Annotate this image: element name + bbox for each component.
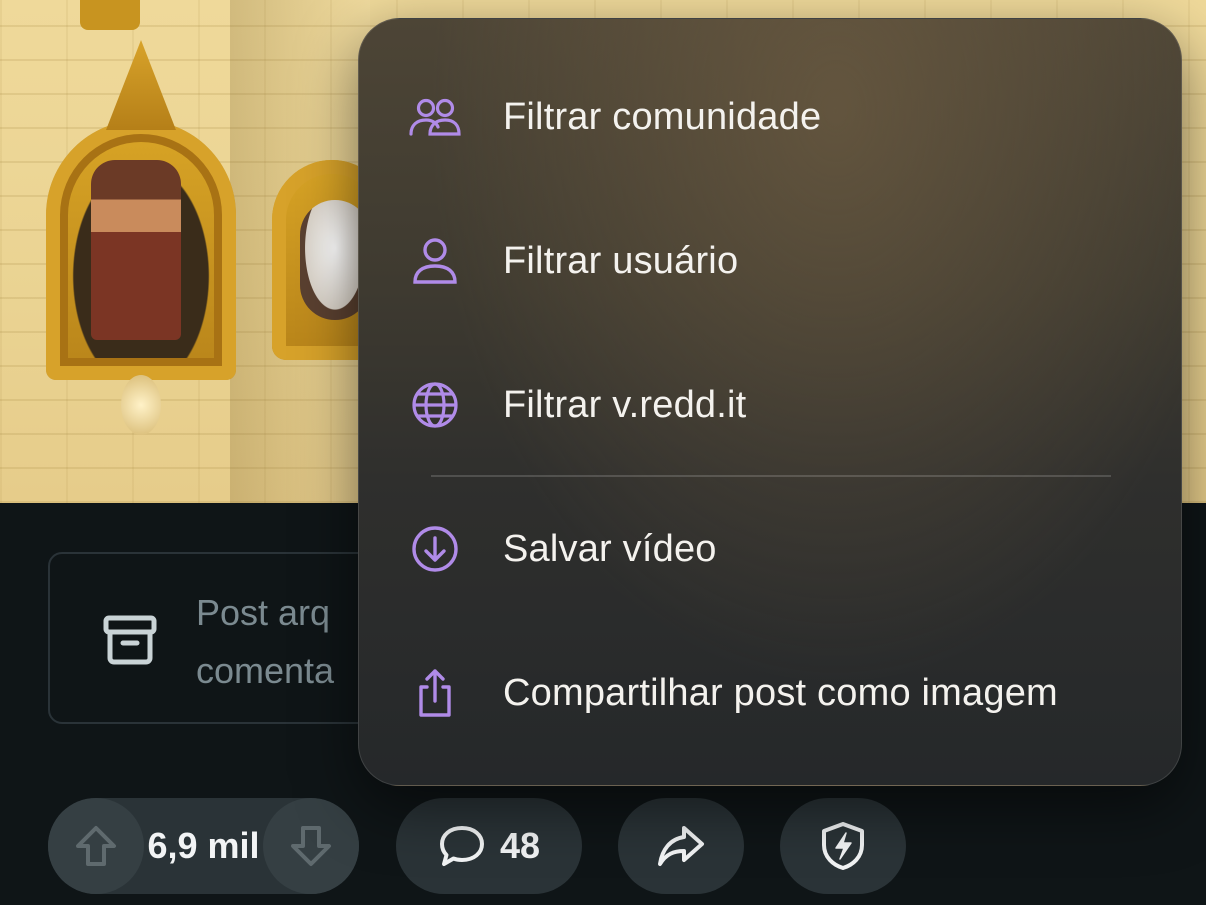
media-trim xyxy=(80,0,140,30)
mod-shield-button[interactable] xyxy=(780,798,906,894)
menu-item-label: Filtrar comunidade xyxy=(503,95,822,138)
menu-item-filter-community[interactable]: Filtrar comunidade xyxy=(359,45,1181,189)
menu-item-label: Filtrar v.redd.it xyxy=(503,383,747,426)
menu-item-label: Filtrar usuário xyxy=(503,239,739,282)
share-icon xyxy=(658,826,704,866)
menu-item-share-as-image[interactable]: Compartilhar post como imagem xyxy=(359,621,1181,765)
upvote-icon xyxy=(76,826,116,866)
vote-bar: 6,9 mil xyxy=(48,798,359,894)
share-image-icon xyxy=(407,665,463,721)
download-icon xyxy=(407,521,463,577)
globe-icon xyxy=(407,377,463,433)
menu-item-save-video[interactable]: Salvar vídeo xyxy=(359,477,1181,621)
menu-item-filter-domain[interactable]: Filtrar v.redd.it xyxy=(359,333,1181,477)
comments-button[interactable]: 48 xyxy=(396,798,582,894)
downvote-icon xyxy=(291,826,331,866)
user-icon xyxy=(407,233,463,289)
shield-bolt-icon xyxy=(822,822,864,870)
archive-icon xyxy=(102,612,158,668)
menu-item-filter-user[interactable]: Filtrar usuário xyxy=(359,189,1181,333)
community-icon xyxy=(407,89,463,145)
menu-item-label: Salvar vídeo xyxy=(503,527,717,570)
comments-count: 48 xyxy=(499,825,541,866)
downvote-button[interactable] xyxy=(263,798,359,894)
comment-icon xyxy=(439,826,484,866)
post-options-menu: Filtrar comunidade Filtrar usuário Filtr… xyxy=(358,18,1182,786)
media-window-left xyxy=(46,40,236,435)
share-button[interactable] xyxy=(618,798,744,894)
menu-item-label: Compartilhar post como imagem xyxy=(503,671,1058,714)
upvote-button[interactable] xyxy=(48,798,144,894)
score-label: 6,9 mil xyxy=(147,825,260,866)
